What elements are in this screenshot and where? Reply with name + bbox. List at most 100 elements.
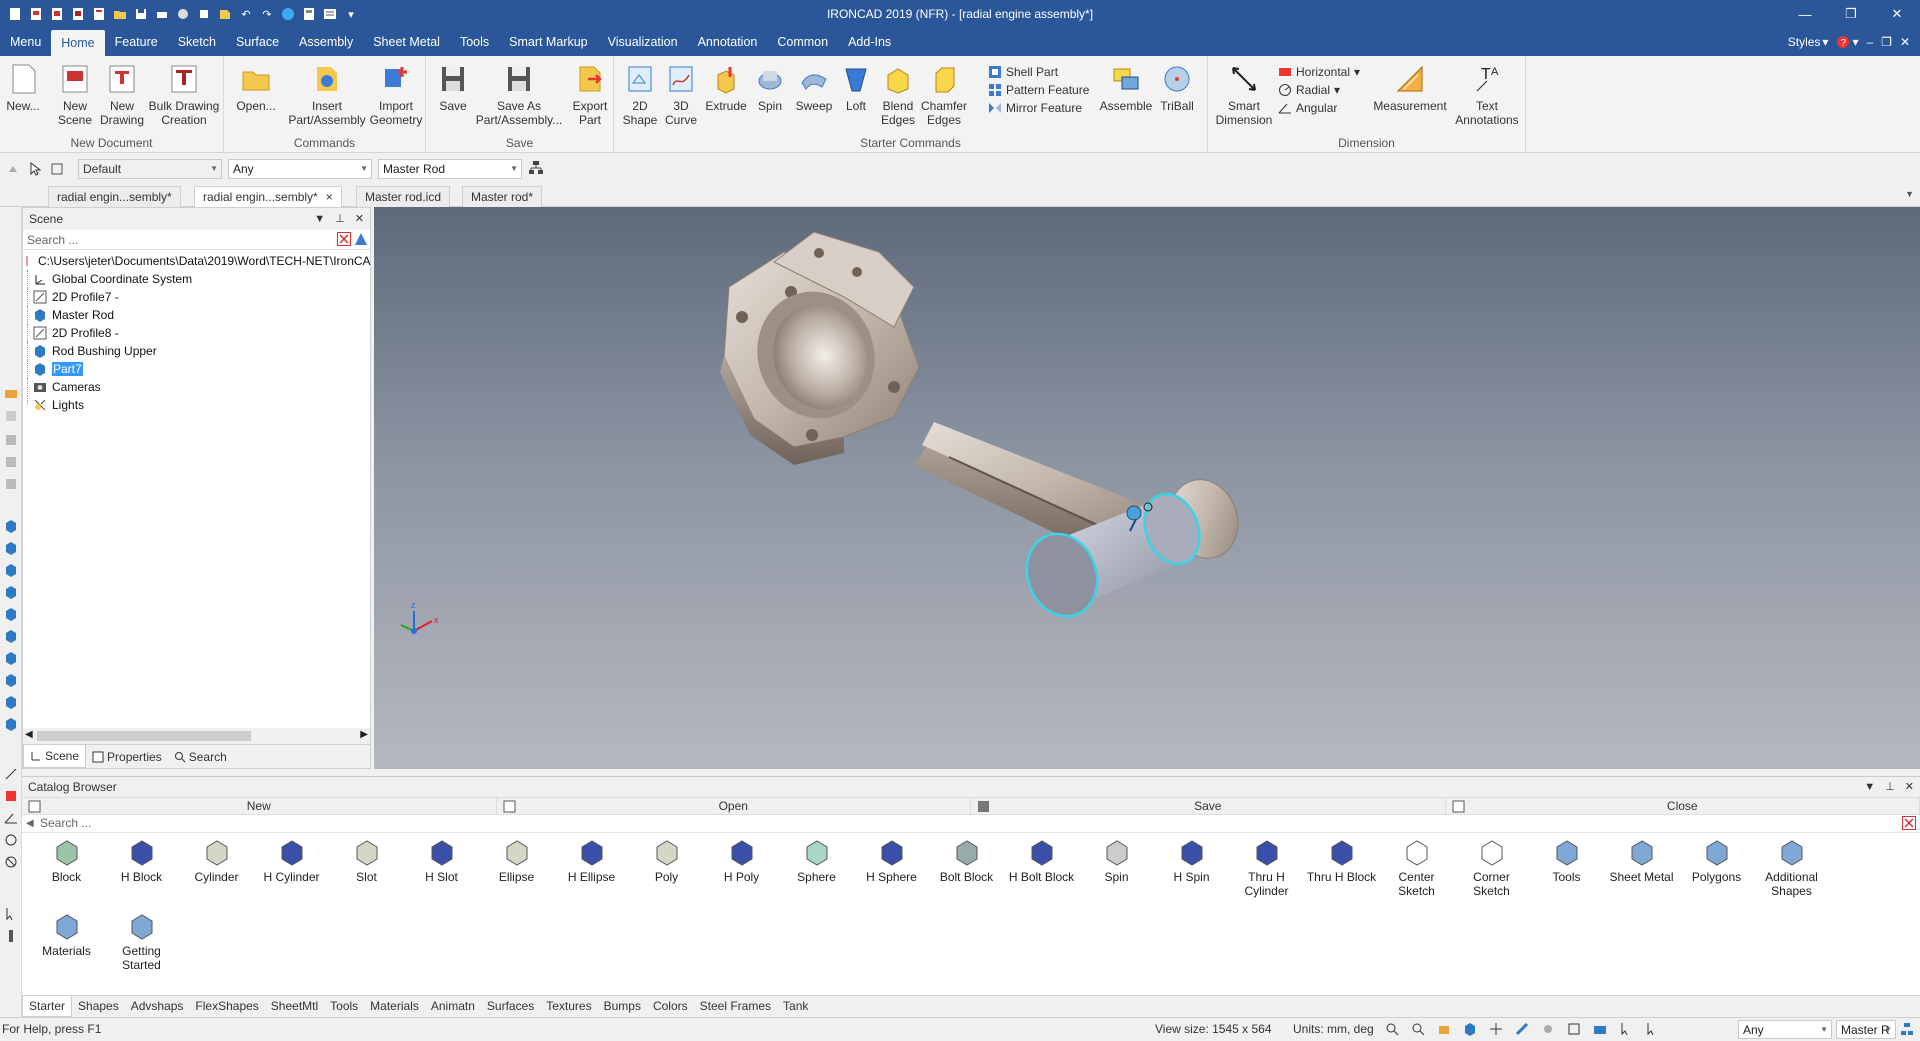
pin-icon[interactable]: ⊥ — [1885, 777, 1895, 797]
catalog-item[interactable]: Cylinder — [179, 837, 254, 884]
tab-sketch[interactable]: Sketch — [168, 28, 226, 56]
import-geometry-button[interactable]: Import Geometry — [368, 62, 424, 127]
save-icon[interactable] — [132, 5, 150, 23]
catalog-item[interactable]: Getting Started — [104, 911, 179, 972]
text-annotations-button[interactable]: TA Text Annotations — [1454, 62, 1520, 127]
catalog-item[interactable]: Thru H Block — [1304, 837, 1379, 884]
tab-home[interactable]: Home — [51, 30, 105, 56]
select-arrow-icon[interactable] — [26, 160, 44, 178]
render-mode-icon[interactable] — [1437, 1022, 1451, 1036]
tab-scene[interactable]: Scene — [23, 745, 87, 768]
mirror-feature-button[interactable]: Mirror Feature — [988, 99, 1082, 117]
catalog-tab[interactable]: Advshaps — [125, 996, 190, 1017]
view-cube-6-icon[interactable] — [4, 629, 18, 643]
customize-qat-icon[interactable]: ▾ — [342, 5, 360, 23]
close-icon[interactable]: ✕ — [1874, 0, 1920, 28]
catalog-item[interactable]: Center Sketch — [1379, 837, 1454, 898]
3d-curve-button[interactable]: 3D Curve — [664, 62, 698, 127]
tab-annotation[interactable]: Annotation — [688, 28, 768, 56]
copy-tool-icon[interactable] — [4, 409, 18, 423]
catalog-item[interactable]: H Sphere — [854, 837, 929, 884]
panel-menu-icon[interactable]: ▼ — [314, 208, 325, 230]
template-icon[interactable] — [90, 5, 108, 23]
close-icon[interactable]: ✕ — [1905, 777, 1914, 797]
save-button[interactable]: Save — [436, 62, 470, 113]
viewport-canvas[interactable]: z x — [374, 207, 1920, 769]
shell-part-button[interactable]: Shell Part — [988, 63, 1058, 81]
catalog-item[interactable]: Sheet Metal — [1604, 837, 1679, 884]
horizontal-dropdown-icon[interactable]: ▾ — [1354, 65, 1360, 79]
catalog-item[interactable]: Poly — [629, 837, 704, 884]
help-icon[interactable]: ? ▾ — [1836, 35, 1858, 49]
new-drawing-button[interactable]: New Drawing — [100, 62, 144, 127]
scene-search-input[interactable]: Search ... — [23, 230, 370, 250]
new-file-icon[interactable] — [6, 5, 24, 23]
view-cube-4-icon[interactable] — [4, 585, 18, 599]
scroll-right-icon[interactable]: ▶ — [360, 729, 368, 740]
status-part-combo[interactable]: Master R ▼ — [1836, 1020, 1896, 1039]
close-icon[interactable]: × — [326, 190, 333, 204]
loft-button[interactable]: Loft — [838, 62, 874, 113]
redo-icon[interactable]: ↷ — [258, 5, 276, 23]
measurement-button[interactable]: Measurement — [1372, 62, 1448, 113]
restore-icon[interactable]: ❐ — [1828, 0, 1874, 28]
scroll-left-icon[interactable]: ◀ — [25, 729, 33, 740]
catalog-item[interactable]: Additional Shapes — [1754, 837, 1829, 898]
calculator-icon[interactable] — [300, 5, 318, 23]
catalog-tab[interactable]: Textures — [540, 996, 597, 1017]
camera-mode-icon[interactable] — [1593, 1022, 1607, 1036]
radial-dimension-button[interactable]: Radial ▾ — [1278, 81, 1340, 99]
view-cube-1-icon[interactable] — [4, 519, 18, 533]
rotate-tool-icon[interactable] — [4, 833, 18, 847]
tab-common[interactable]: Common — [767, 28, 838, 56]
catalog-item[interactable]: H Poly — [704, 837, 779, 884]
select-mode-icon[interactable] — [48, 160, 66, 178]
catalog-item[interactable]: H Block — [104, 837, 179, 884]
angle-tool-icon[interactable] — [4, 811, 18, 825]
pin-icon[interactable]: ⊥ — [335, 208, 345, 230]
tab-assembly[interactable]: Assembly — [289, 28, 363, 56]
catalog-item[interactable]: H Ellipse — [554, 837, 629, 884]
open-icon[interactable] — [111, 5, 129, 23]
search-options-icon[interactable] — [354, 232, 368, 246]
tree-item[interactable]: 2D Profile7 - — [23, 288, 370, 306]
view-front-icon[interactable] — [4, 433, 18, 447]
zoom-fit-icon[interactable] — [1411, 1022, 1425, 1036]
tab-tools[interactable]: Tools — [450, 28, 499, 56]
export-icon[interactable] — [216, 5, 234, 23]
properties-icon[interactable] — [321, 5, 339, 23]
catalog-tab[interactable]: Tools — [324, 996, 364, 1017]
catalog-tab[interactable]: Starter — [22, 996, 73, 1017]
catalog-item[interactable]: Corner Sketch — [1454, 837, 1529, 898]
catalog-open-button[interactable]: Open — [497, 798, 971, 814]
catalog-item[interactable]: Materials — [29, 911, 104, 958]
pointer-tool-icon[interactable] — [4, 907, 18, 921]
styles-dropdown[interactable]: Styles ▾ — [1788, 35, 1829, 49]
3d-viewport[interactable]: z x — [374, 207, 1920, 769]
catalog-item[interactable]: H Slot — [404, 837, 479, 884]
ribbon-restore-icon[interactable]: ❐ — [1881, 35, 1892, 49]
scene-horizontal-scrollbar[interactable]: ◀ ▶ — [23, 728, 370, 744]
new-button[interactable]: New... — [6, 62, 40, 113]
catalog-save-button[interactable]: Save — [971, 798, 1446, 814]
catalog-tab[interactable]: Shapes — [72, 996, 125, 1017]
view-cube-10-icon[interactable] — [4, 717, 18, 731]
catalog-search-input[interactable]: ◀ Search ... — [22, 815, 1920, 833]
hierarchy-icon[interactable] — [1900, 1022, 1914, 1036]
zoom-icon[interactable] — [1385, 1022, 1399, 1036]
dimension-tool-icon[interactable] — [4, 789, 18, 803]
status-filter-combo[interactable]: Any ▼ — [1738, 1020, 1832, 1039]
catalog-close-button[interactable]: Close — [1446, 798, 1920, 814]
spin-button[interactable]: Spin — [752, 62, 788, 113]
new-scene-icon[interactable] — [27, 5, 45, 23]
triball-button[interactable]: TriBall — [1156, 62, 1198, 113]
tree-item[interactable]: 2D Profile8 - — [23, 324, 370, 342]
tree-item-selected[interactable]: Part7 — [23, 360, 370, 378]
angular-dimension-button[interactable]: Angular — [1278, 99, 1337, 117]
catalog-item[interactable]: Tools — [1529, 837, 1604, 884]
catalog-tab[interactable]: Steel Frames — [694, 996, 777, 1017]
import-icon[interactable] — [195, 5, 213, 23]
tab-list-dropdown-icon[interactable]: ▼ — [1905, 189, 1914, 199]
ribbon-minimize-icon[interactable]: – — [1866, 35, 1873, 49]
catalog-item[interactable]: H Bolt Block — [1004, 837, 1079, 884]
